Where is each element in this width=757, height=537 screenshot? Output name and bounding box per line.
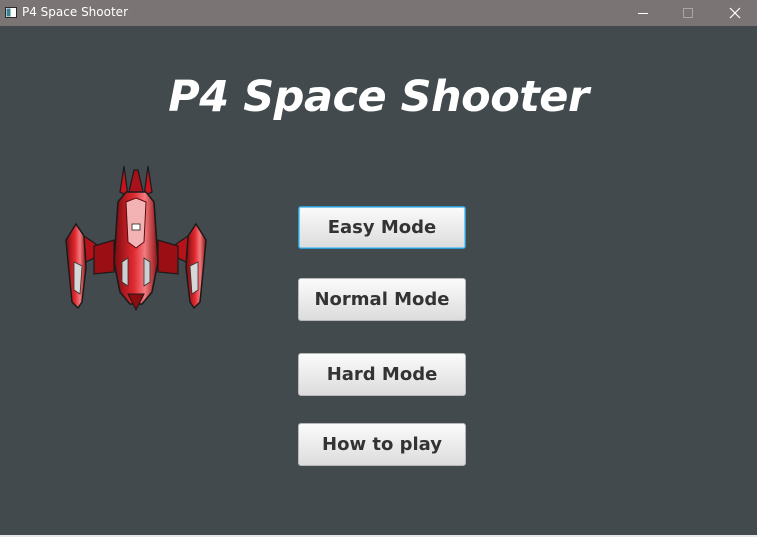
app-icon bbox=[5, 7, 17, 18]
maximize-icon bbox=[682, 8, 693, 18]
how-to-play-button[interactable]: How to play bbox=[298, 423, 466, 466]
app-window: P4 Space Shooter P4 Space Shooter Easy M… bbox=[0, 0, 757, 537]
close-button[interactable] bbox=[712, 0, 757, 26]
normal-mode-button[interactable]: Normal Mode bbox=[298, 278, 466, 321]
minimize-icon bbox=[637, 13, 648, 14]
red-spaceship-icon bbox=[65, 165, 207, 312]
easy-mode-button[interactable]: Easy Mode bbox=[298, 206, 466, 249]
window-title: P4 Space Shooter bbox=[22, 5, 128, 19]
hard-mode-button[interactable]: Hard Mode bbox=[298, 353, 466, 396]
title-bar[interactable]: P4 Space Shooter bbox=[0, 0, 757, 26]
maximize-button[interactable] bbox=[665, 0, 710, 26]
game-title: P4 Space Shooter bbox=[168, 72, 589, 122]
minimize-button[interactable] bbox=[620, 0, 665, 26]
close-icon bbox=[729, 7, 740, 19]
